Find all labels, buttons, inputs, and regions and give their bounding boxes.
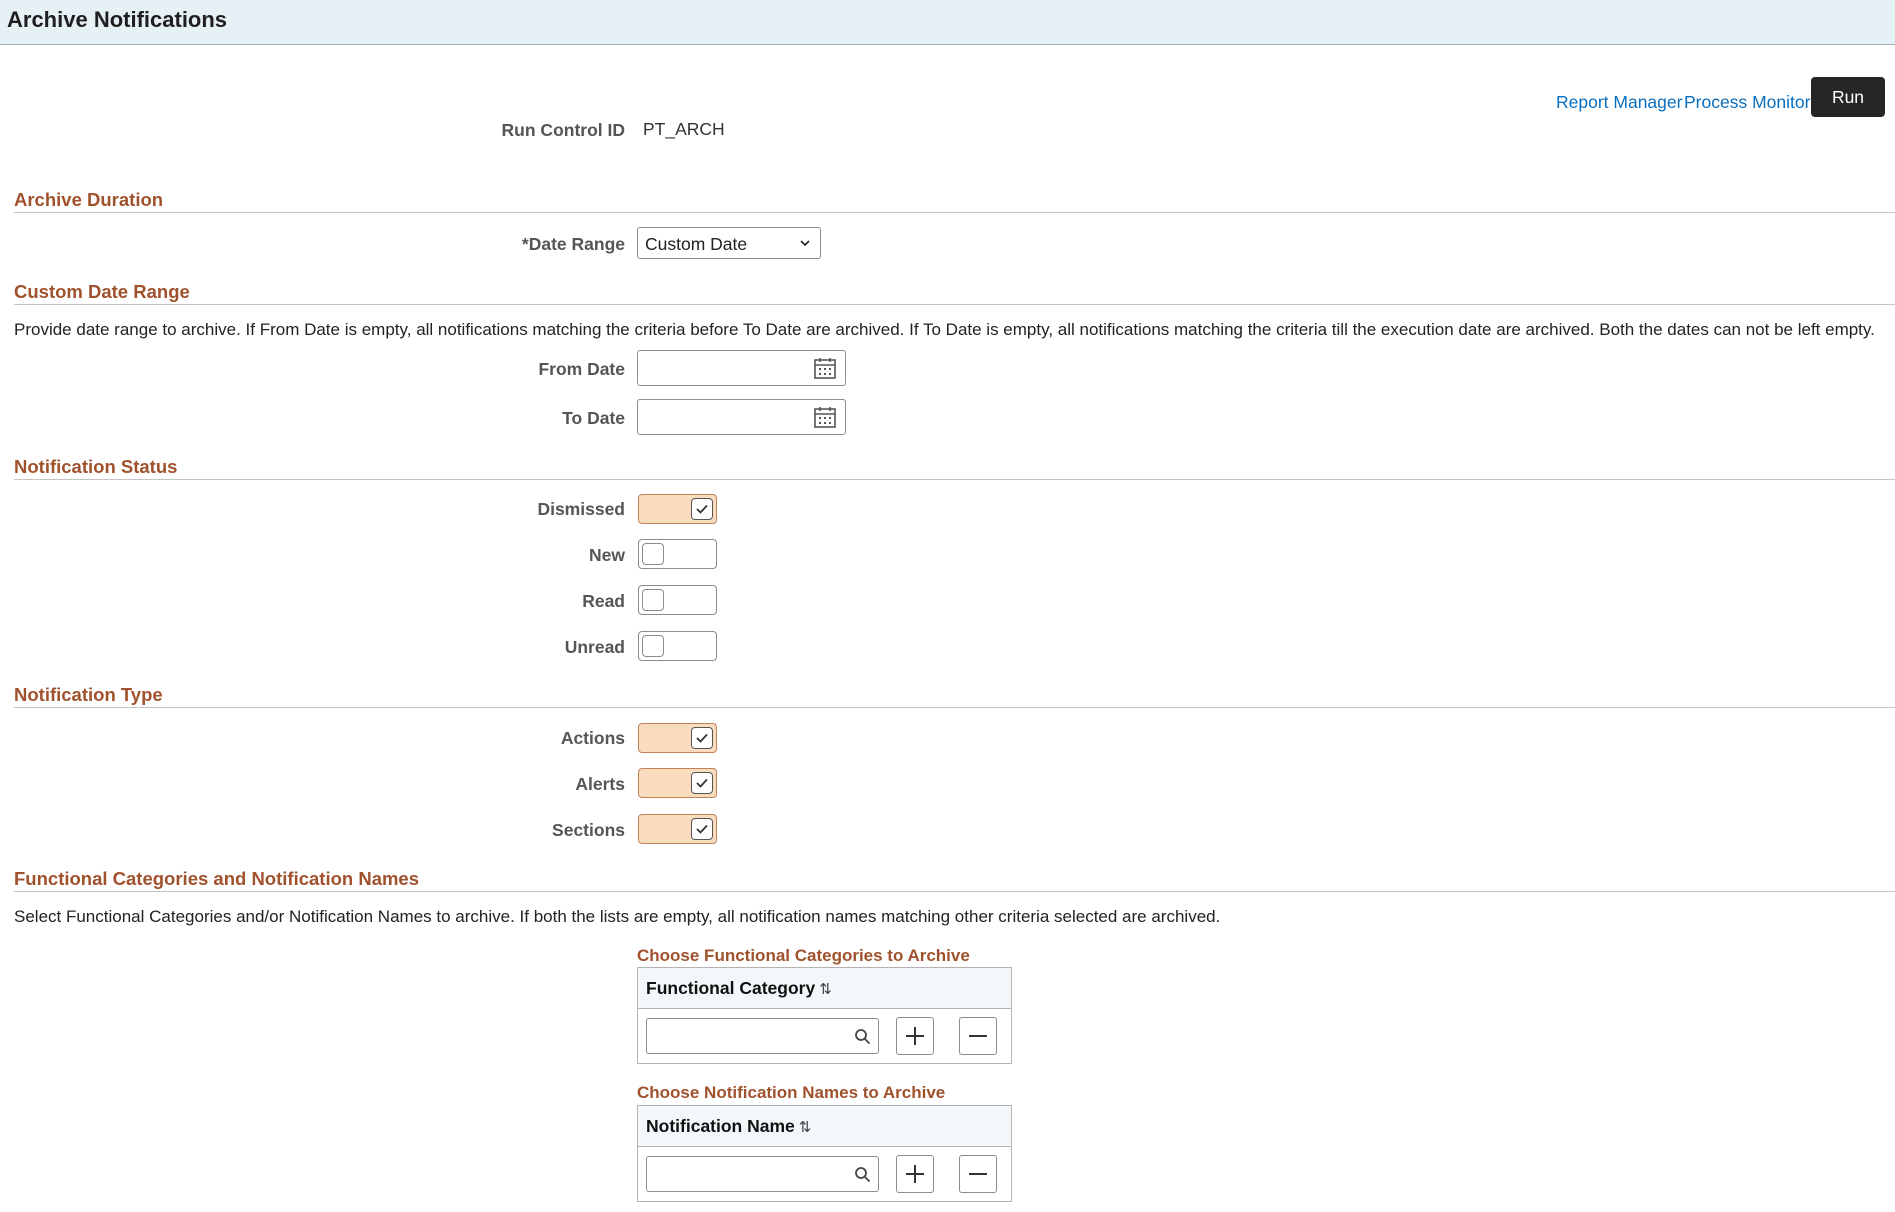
from-date-label: From Date xyxy=(538,359,625,379)
toggle-knob xyxy=(691,727,713,749)
archive-duration-heading: Archive Duration xyxy=(14,189,164,210)
search-icon[interactable] xyxy=(854,1028,871,1045)
section-divider xyxy=(14,891,1895,892)
choose-categories-heading: Choose Functional Categories to Archive xyxy=(637,946,970,965)
new-label: New xyxy=(589,545,625,565)
notification-name-input[interactable] xyxy=(646,1156,879,1192)
plus-icon xyxy=(906,1165,924,1183)
section-divider xyxy=(14,212,1895,213)
calendar-icon[interactable] xyxy=(813,356,837,380)
minus-icon xyxy=(969,1173,987,1175)
column-header-label: Functional Category xyxy=(646,978,816,998)
date-range-label: *Date Range xyxy=(521,234,625,254)
search-icon[interactable] xyxy=(854,1166,871,1183)
toggle-knob xyxy=(691,818,713,840)
minus-icon xyxy=(969,1035,987,1037)
page-header: Archive Notifications xyxy=(0,0,1895,45)
to-date-field[interactable] xyxy=(637,399,846,435)
checkmark-icon xyxy=(696,778,708,788)
dismissed-label: Dismissed xyxy=(537,499,625,519)
choose-names-heading: Choose Notification Names to Archive xyxy=(637,1083,946,1102)
notification-type-heading: Notification Type xyxy=(14,684,163,705)
notification-name-grid: Notification Name ⇅ xyxy=(637,1105,1012,1202)
sort-icon[interactable]: ⇅ xyxy=(799,1119,812,1136)
alerts-label: Alerts xyxy=(575,774,625,794)
functional-category-grid: Functional Category ⇅ xyxy=(637,967,1012,1064)
sort-icon[interactable]: ⇅ xyxy=(819,981,832,998)
unread-label: Unread xyxy=(564,637,625,657)
report-manager-link[interactable]: Report Manager xyxy=(1556,92,1682,113)
add-row-button[interactable] xyxy=(896,1017,934,1055)
functional-categories-heading: Functional Categories and Notification N… xyxy=(14,868,420,889)
toggle-knob xyxy=(642,589,664,611)
grid-header: Notification Name ⇅ xyxy=(638,1106,1011,1147)
dismissed-toggle[interactable] xyxy=(638,494,717,524)
checkmark-icon xyxy=(696,504,708,514)
run-control-id-label: Run Control ID xyxy=(501,120,625,140)
chevron-down-icon xyxy=(800,240,810,247)
toggle-knob xyxy=(642,543,664,565)
run-button[interactable]: Run xyxy=(1811,77,1885,117)
read-label: Read xyxy=(582,591,625,611)
checkmark-icon xyxy=(696,824,708,834)
unread-toggle[interactable] xyxy=(638,631,717,661)
delete-row-button[interactable] xyxy=(959,1017,997,1055)
date-range-selected-value: Custom Date xyxy=(645,234,748,254)
section-divider xyxy=(14,479,1895,480)
toggle-knob xyxy=(642,635,664,657)
run-control-id-value: PT_ARCH xyxy=(643,119,725,139)
toggle-knob xyxy=(691,498,713,520)
plus-icon xyxy=(906,1027,924,1045)
custom-date-range-heading: Custom Date Range xyxy=(14,281,190,302)
sections-label: Sections xyxy=(552,820,625,840)
date-range-select[interactable]: Custom Date xyxy=(637,227,821,259)
read-toggle[interactable] xyxy=(638,585,717,615)
functional-category-input[interactable] xyxy=(646,1018,879,1054)
alerts-toggle[interactable] xyxy=(638,768,717,798)
custom-date-range-description: Provide date range to archive. If From D… xyxy=(14,320,1875,339)
actions-toggle[interactable] xyxy=(638,723,717,753)
functional-category-column-header[interactable]: Functional Category ⇅ xyxy=(646,978,832,999)
to-date-label: To Date xyxy=(562,408,625,428)
functional-categories-description: Select Functional Categories and/or Noti… xyxy=(14,907,1221,926)
checkmark-icon xyxy=(696,733,708,743)
delete-row-button[interactable] xyxy=(959,1155,997,1193)
new-toggle[interactable] xyxy=(638,539,717,569)
actions-label: Actions xyxy=(560,728,625,748)
sections-toggle[interactable] xyxy=(638,814,717,844)
process-monitor-link[interactable]: Process Monitor xyxy=(1684,92,1810,113)
add-row-button[interactable] xyxy=(896,1155,934,1193)
section-divider xyxy=(14,304,1895,305)
notification-name-column-header[interactable]: Notification Name ⇅ xyxy=(646,1116,811,1137)
column-header-label: Notification Name xyxy=(646,1116,795,1136)
calendar-icon[interactable] xyxy=(813,405,837,429)
notification-status-heading: Notification Status xyxy=(14,456,178,477)
from-date-field[interactable] xyxy=(637,350,846,386)
section-divider xyxy=(14,707,1895,708)
toggle-knob xyxy=(691,772,713,794)
grid-header: Functional Category ⇅ xyxy=(638,968,1011,1009)
page-title: Archive Notifications xyxy=(7,7,228,32)
